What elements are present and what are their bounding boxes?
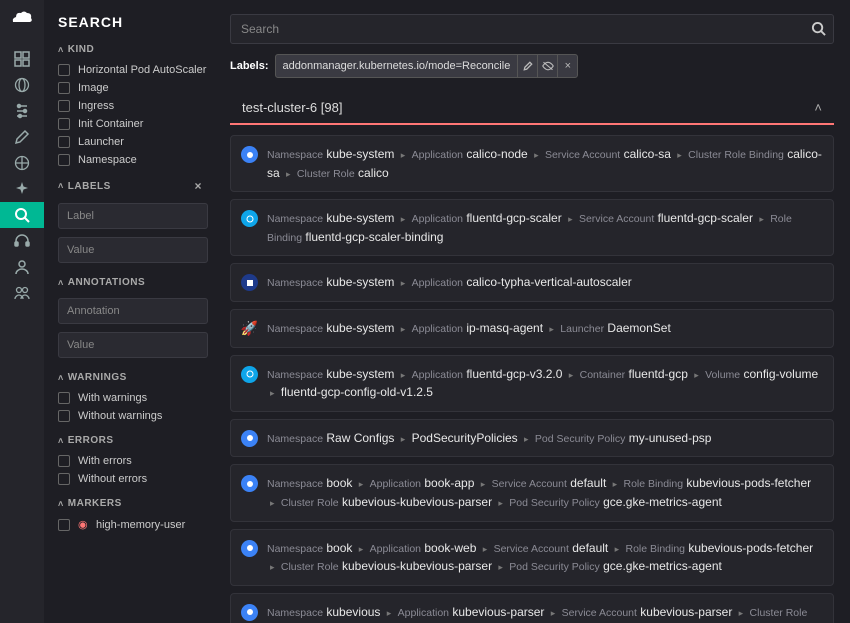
resource-icon xyxy=(241,540,258,557)
clear-labels-icon[interactable]: × xyxy=(194,179,202,193)
nav-headset[interactable] xyxy=(0,228,44,254)
result-card[interactable]: Namespace Raw Configs ▸ PodSecurityPolic… xyxy=(230,419,834,458)
chevron-up-icon: ˄ xyxy=(814,100,822,115)
section-markers[interactable]: ˄MARKERS xyxy=(58,498,214,509)
filter-without-warnings[interactable]: Without warnings xyxy=(58,407,214,425)
chip-remove-icon[interactable]: × xyxy=(557,55,577,77)
nav-users[interactable] xyxy=(0,280,44,306)
marker-high-memory[interactable]: ◉high-memory-user xyxy=(58,515,214,534)
resource-icon xyxy=(241,146,258,163)
section-kind[interactable]: ˄KIND xyxy=(58,44,214,55)
kind-item[interactable]: Horizontal Pod AutoScaler xyxy=(58,61,208,79)
result-card[interactable]: Namespace kube-system ▸ Application cali… xyxy=(230,135,834,192)
kind-item[interactable]: Launcher xyxy=(58,133,208,151)
annotation-input[interactable] xyxy=(58,298,208,324)
filter-with-errors[interactable]: With errors xyxy=(58,452,214,470)
search-icon[interactable] xyxy=(811,21,826,39)
label-input[interactable] xyxy=(58,203,208,229)
labels-caption: Labels: xyxy=(230,60,269,72)
nav-user[interactable] xyxy=(0,254,44,280)
section-errors[interactable]: ˄ERRORS xyxy=(58,435,214,446)
label-chip: addonmanager.kubernetes.io/mode=Reconcil… xyxy=(275,54,579,78)
section-annotations[interactable]: ˄ANNOTATIONS xyxy=(58,277,214,288)
resource-icon xyxy=(241,430,258,447)
annotation-value-input[interactable] xyxy=(58,332,208,358)
label-value-input[interactable] xyxy=(58,237,208,263)
filter-with-warnings[interactable]: With warnings xyxy=(58,389,214,407)
filter-without-errors[interactable]: Without errors xyxy=(58,470,214,488)
resource-icon xyxy=(241,274,258,291)
kind-item[interactable]: Init Container xyxy=(58,115,208,133)
section-warnings[interactable]: ˄WARNINGS xyxy=(58,372,214,383)
result-card[interactable]: Namespace kubevious ▸ Application kubevi… xyxy=(230,593,834,623)
nav-world[interactable] xyxy=(0,150,44,176)
nav-globe[interactable] xyxy=(0,72,44,98)
resource-icon xyxy=(241,604,258,621)
result-card[interactable]: Namespace book ▸ Application book-web ▸ … xyxy=(230,529,834,586)
nav-pencil[interactable] xyxy=(0,124,44,150)
result-card[interactable]: Namespace book ▸ Application book-app ▸ … xyxy=(230,464,834,521)
search-input[interactable] xyxy=(230,14,834,44)
page-title: SEARCH xyxy=(58,14,214,30)
chip-hide-icon[interactable] xyxy=(537,55,557,77)
result-card[interactable]: Namespace kube-system ▸ Application flue… xyxy=(230,199,834,256)
rocket-icon: 🚀 xyxy=(241,320,258,337)
nav-dashboard[interactable] xyxy=(0,46,44,72)
chip-edit-icon[interactable] xyxy=(517,55,537,77)
nav-sparkle[interactable] xyxy=(0,176,44,202)
logo-icon xyxy=(10,8,34,28)
cluster-header[interactable]: test-cluster-6 [98] ˄ xyxy=(230,92,834,125)
result-card[interactable]: Namespace kube-system ▸ Application flue… xyxy=(230,355,834,412)
kind-item[interactable]: Image xyxy=(58,79,208,97)
nav-search[interactable] xyxy=(0,202,44,228)
result-card[interactable]: Namespace kube-system ▸ Application cali… xyxy=(230,263,834,302)
kind-item[interactable]: Ingress xyxy=(58,97,208,115)
section-labels[interactable]: ˄LABELS× xyxy=(58,179,214,193)
resource-icon xyxy=(241,475,258,492)
kind-item[interactable]: Namespace xyxy=(58,151,208,169)
marker-icon: ◉ xyxy=(78,518,90,531)
resource-icon xyxy=(241,210,258,227)
result-card[interactable]: 🚀Namespace kube-system ▸ Application ip-… xyxy=(230,309,834,348)
nav-sliders[interactable] xyxy=(0,98,44,124)
resource-icon xyxy=(241,366,258,383)
